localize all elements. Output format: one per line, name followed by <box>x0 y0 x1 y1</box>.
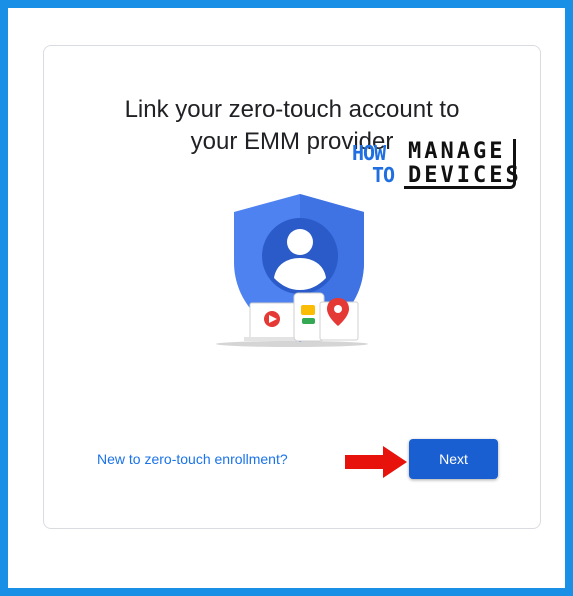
title-line-1: Link your zero-touch account to <box>124 96 460 123</box>
logo-to-text: TO <box>372 163 395 187</box>
red-arrow-right-icon <box>345 446 407 478</box>
zero-touch-link-card: Link your zero-touch account to your EMM… <box>43 45 541 529</box>
next-button[interactable]: Next <box>409 439 498 479</box>
logo-devices-text: DEVICES <box>408 163 522 188</box>
how-to-manage-devices-logo: HOW TO MANAGE DEVICES <box>352 139 519 197</box>
messages-icon <box>301 305 315 315</box>
shield-account-devices-illustration <box>216 194 368 347</box>
new-to-zero-touch-link[interactable]: New to zero-touch enrollment? <box>97 451 288 467</box>
logo-how-text: HOW <box>352 141 386 165</box>
logo-manage-text: MANAGE <box>408 139 506 164</box>
